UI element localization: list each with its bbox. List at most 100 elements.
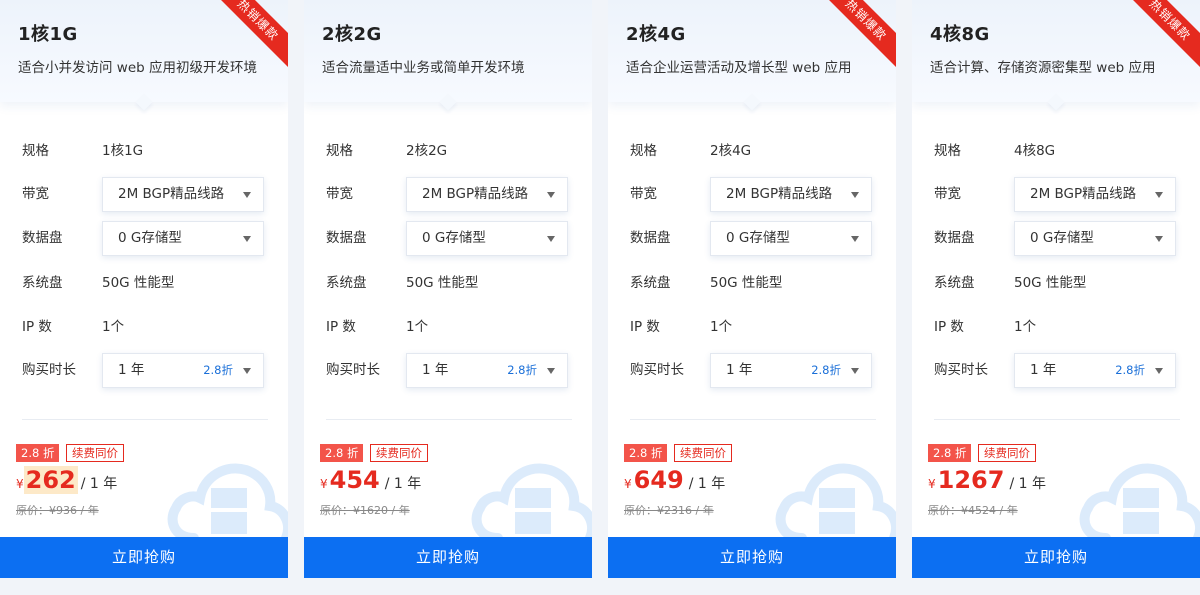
- buy-now-button[interactable]: 立即抢购: [912, 537, 1200, 578]
- duration-select[interactable]: 1 年 2.8折: [406, 353, 568, 388]
- data-disk-row: 数据盘 0 G存储型: [934, 221, 1184, 256]
- data-disk-selected-value: 0 G存储型: [1030, 230, 1094, 246]
- duration-discount: 2.8折: [811, 363, 841, 377]
- price-period: / 1 年: [1009, 476, 1046, 492]
- bandwidth-row: 带宽 2M BGP精品线路: [630, 177, 880, 212]
- cloud-server-icon: [471, 463, 592, 540]
- spec-value: 2核2G: [406, 143, 448, 159]
- bandwidth-select[interactable]: 2M BGP精品线路: [406, 177, 568, 212]
- card-header: [304, 0, 592, 102]
- currency-symbol: ¥: [928, 477, 936, 491]
- chevron-down-icon: [243, 236, 251, 242]
- divider: [630, 419, 876, 420]
- chevron-down-icon: [1155, 368, 1163, 374]
- spec-row: 规格 2核4G: [630, 134, 880, 168]
- ip-label: IP 数: [934, 319, 964, 335]
- duration-select[interactable]: 1 年 2.8折: [710, 353, 872, 388]
- ip-label: IP 数: [326, 319, 356, 335]
- system-disk-row: 系统盘 50G 性能型: [326, 266, 576, 300]
- system-disk-row: 系统盘 50G 性能型: [22, 266, 272, 300]
- divider: [22, 419, 268, 420]
- spec-label: 规格: [22, 143, 49, 159]
- ip-value: 1个: [710, 319, 733, 335]
- bandwidth-row: 带宽 2M BGP精品线路: [22, 177, 272, 212]
- price-value: 1267: [937, 466, 1005, 494]
- data-disk-select[interactable]: 0 G存储型: [710, 221, 872, 256]
- buy-now-button[interactable]: 立即抢购: [608, 537, 896, 578]
- discount-badge: 2.8 折: [928, 444, 972, 462]
- spec-value: 4核8G: [1014, 143, 1056, 159]
- card-description: 适合企业运营活动及增长型 web 应用: [626, 60, 852, 76]
- ip-value: 1个: [406, 319, 429, 335]
- spec-label: 规格: [630, 143, 657, 159]
- price-line: ¥1267/ 1 年: [928, 466, 1046, 498]
- duration-row: 购买时长 1 年 2.8折: [630, 353, 880, 388]
- card-description: 适合计算、存储资源密集型 web 应用: [930, 60, 1156, 76]
- bandwidth-select[interactable]: 2M BGP精品线路: [1014, 177, 1176, 212]
- card-title: 2核4G: [626, 24, 686, 45]
- divider: [934, 419, 1180, 420]
- duration-label: 购买时长: [326, 362, 380, 378]
- original-price: 原价：¥2316 / 年: [624, 504, 714, 517]
- product-card-4: 4核8G 适合计算、存储资源密集型 web 应用 热销爆款 规格 4核8G 带宽…: [912, 0, 1200, 578]
- bandwidth-select[interactable]: 2M BGP精品线路: [710, 177, 872, 212]
- duration-select[interactable]: 1 年 2.8折: [1014, 353, 1176, 388]
- price-line: ¥262/ 1 年: [16, 466, 117, 498]
- ip-row: IP 数 1个: [22, 310, 272, 344]
- chevron-down-icon: [547, 368, 555, 374]
- chevron-down-icon: [547, 236, 555, 242]
- spec-value: 1核1G: [102, 143, 144, 159]
- chevron-down-icon: [851, 236, 859, 242]
- currency-symbol: ¥: [16, 477, 24, 491]
- ip-label: IP 数: [22, 319, 52, 335]
- card-description: 适合小并发访问 web 应用初级开发环境: [18, 60, 257, 76]
- chevron-down-icon: [851, 368, 859, 374]
- data-disk-label: 数据盘: [630, 230, 671, 246]
- buy-now-button[interactable]: 立即抢购: [0, 537, 288, 578]
- chevron-down-icon: [243, 192, 251, 198]
- bandwidth-row: 带宽 2M BGP精品线路: [326, 177, 576, 212]
- cloud-server-icon: [167, 463, 288, 540]
- cloud-server-icon: [775, 463, 896, 540]
- system-disk-label: 系统盘: [934, 275, 975, 291]
- bandwidth-label: 带宽: [22, 186, 49, 202]
- data-disk-row: 数据盘 0 G存储型: [630, 221, 880, 256]
- price-line: ¥649/ 1 年: [624, 466, 725, 498]
- system-disk-row: 系统盘 50G 性能型: [630, 266, 880, 300]
- chevron-down-icon: [547, 192, 555, 198]
- card-title: 1核1G: [18, 24, 78, 45]
- renew-same-price-badge: 续费同价: [674, 444, 732, 462]
- chevron-down-icon: [243, 368, 251, 374]
- duration-label: 购买时长: [630, 362, 684, 378]
- original-price: 原价：¥936 / 年: [16, 504, 99, 517]
- ip-row: IP 数 1个: [326, 310, 576, 344]
- bandwidth-label: 带宽: [630, 186, 657, 202]
- duration-selected-value: 1 年: [726, 362, 753, 378]
- chevron-down-icon: [1155, 236, 1163, 242]
- ip-row: IP 数 1个: [934, 310, 1184, 344]
- system-disk-label: 系统盘: [326, 275, 367, 291]
- duration-selected-value: 1 年: [1030, 362, 1057, 378]
- data-disk-row: 数据盘 0 G存储型: [22, 221, 272, 256]
- ip-row: IP 数 1个: [630, 310, 880, 344]
- ip-value: 1个: [1014, 319, 1037, 335]
- discount-badge: 2.8 折: [16, 444, 60, 462]
- duration-select[interactable]: 1 年 2.8折: [102, 353, 264, 388]
- data-disk-select[interactable]: 0 G存储型: [1014, 221, 1176, 256]
- buy-now-button[interactable]: 立即抢购: [304, 537, 592, 578]
- bandwidth-select[interactable]: 2M BGP精品线路: [102, 177, 264, 212]
- bandwidth-selected-value: 2M BGP精品线路: [726, 186, 833, 202]
- discount-badge: 2.8 折: [320, 444, 364, 462]
- duration-discount: 2.8折: [203, 363, 233, 377]
- card-title: 2核2G: [322, 24, 382, 45]
- duration-row: 购买时长 1 年 2.8折: [934, 353, 1184, 388]
- product-card-1: 1核1G 适合小并发访问 web 应用初级开发环境 热销爆款 规格 1核1G 带…: [0, 0, 288, 578]
- bandwidth-selected-value: 2M BGP精品线路: [118, 186, 225, 202]
- data-disk-select[interactable]: 0 G存储型: [406, 221, 568, 256]
- duration-selected-value: 1 年: [422, 362, 449, 378]
- bandwidth-row: 带宽 2M BGP精品线路: [934, 177, 1184, 212]
- data-disk-label: 数据盘: [934, 230, 975, 246]
- data-disk-select[interactable]: 0 G存储型: [102, 221, 264, 256]
- currency-symbol: ¥: [320, 477, 328, 491]
- data-disk-selected-value: 0 G存储型: [726, 230, 790, 246]
